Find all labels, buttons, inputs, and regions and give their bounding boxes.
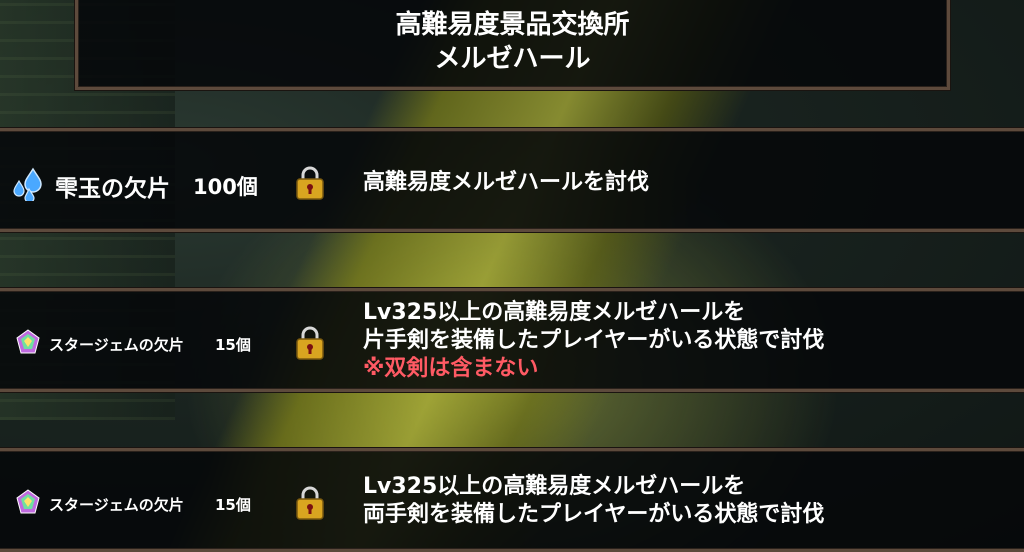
reward-quantity: 15個 — [215, 336, 251, 354]
condition-line-1: Lv325以上の高難易度メルゼハールを — [363, 474, 746, 499]
condition-line-1: Lv325以上の高難易度メルゼハールを — [363, 300, 746, 325]
condition-line-2: 片手剣を装備したプレイヤーがいる状態で討伐 — [363, 328, 825, 353]
condition-note: ※双剣は含まない — [363, 356, 539, 381]
padlock-icon — [295, 326, 325, 360]
reward-quantity: 15個 — [215, 496, 251, 514]
title-panel: 高難易度景品交換所 メルゼハール — [75, 0, 950, 90]
page-subtitle: メルゼハール — [434, 44, 591, 74]
reward-quantity: 100個 — [193, 175, 258, 199]
reward-row-2[interactable]: スタージェムの欠片 15個 Lv325以上の高難易度メルゼハールを 片手剣を装備… — [0, 288, 1024, 392]
padlock-icon — [295, 486, 325, 520]
water-drops-icon — [11, 167, 43, 204]
reward-row-3[interactable]: スタージェムの欠片 15個 Lv325以上の高難易度メルゼハールを 両手剣を装備… — [0, 448, 1024, 552]
page-title: 高難易度景品交換所 — [395, 10, 630, 40]
star-gem-icon — [15, 329, 41, 355]
star-gem-icon — [15, 489, 41, 515]
padlock-icon — [295, 166, 325, 200]
reward-item-name: スタージェムの欠片 — [49, 496, 184, 514]
reward-item-name: 雫玉の欠片 — [55, 176, 170, 202]
reward-item-name: スタージェムの欠片 — [49, 336, 184, 354]
condition-line-2: 両手剣を装備したプレイヤーがいる状態で討伐 — [363, 502, 825, 527]
condition-line-1: 高難易度メルゼハールを討伐 — [363, 170, 650, 195]
reward-row-1[interactable]: 雫玉の欠片 100個 高難易度メルゼハールを討伐 — [0, 128, 1024, 232]
